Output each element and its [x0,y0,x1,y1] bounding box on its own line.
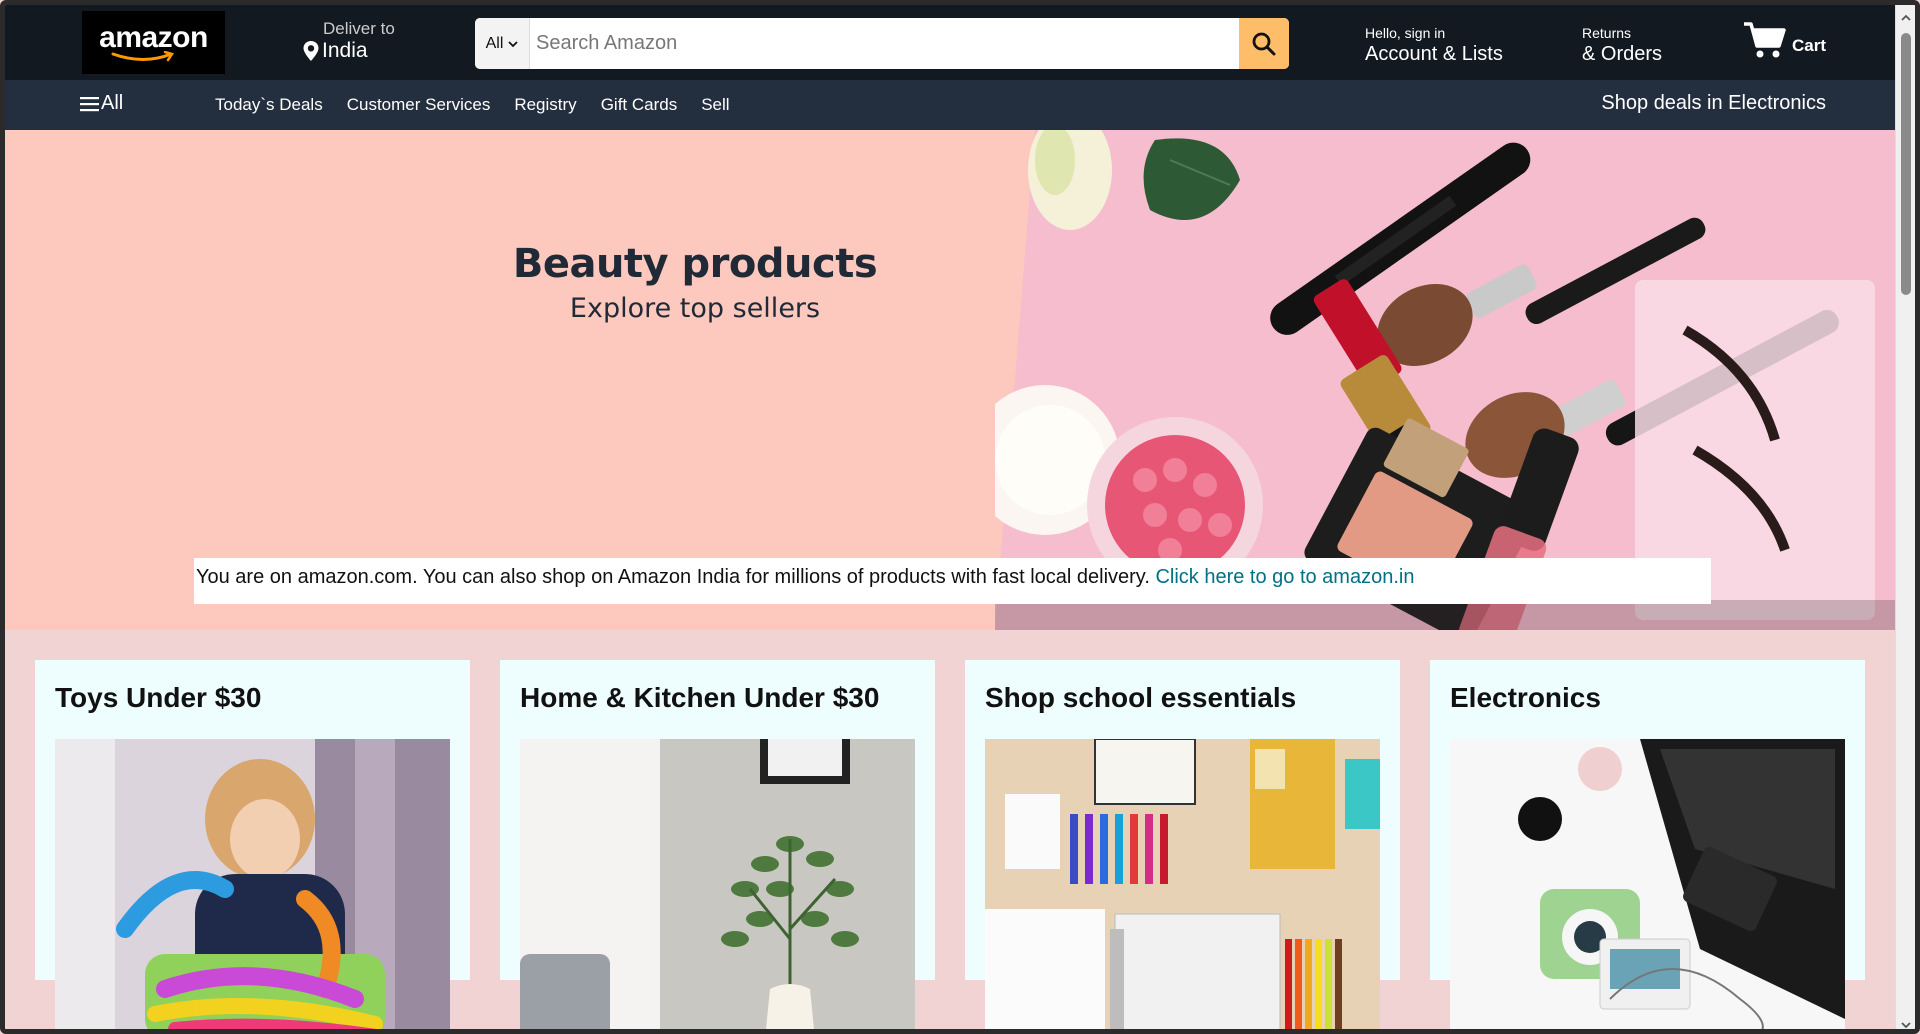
scrollbar-thumb[interactable] [1901,33,1911,295]
subnav-links: Today`s Deals Customer Services Registry… [215,95,754,115]
toys-image[interactable] [55,739,450,1034]
category-cards: Toys Under $30 Home & Kitchen Under $30 [5,630,1900,1029]
chevron-down-icon [508,40,519,47]
beauty-products-image [995,130,1900,630]
orders-label: & Orders [1582,43,1663,65]
nav-link-sell[interactable]: Sell [701,95,729,115]
card-electronics[interactable]: Electronics [1430,660,1865,1029]
returns-label: Returns [1582,25,1632,41]
scrollbar[interactable] [1895,5,1915,1030]
returns-orders[interactable]: Returns & Orders [1582,25,1662,66]
amazon-logo[interactable]: amazon [82,11,225,74]
top-nav: amazon Deliver to India All Search Amazo… [5,5,1900,80]
hero-banner[interactable]: Beauty products Explore top sellers You … [5,130,1900,630]
all-menu-button[interactable]: All [80,92,123,115]
amazon-in-link[interactable]: Click here to go to amazon.in [1155,566,1414,588]
all-menu-label: All [101,92,124,114]
card-title: Electronics [1450,682,1601,713]
notice-text: You are on amazon.com. You can also shop… [196,566,1156,588]
card-home-kitchen[interactable]: Home & Kitchen Under $30 [500,660,935,1029]
search-category-label: All [485,34,504,52]
hero-subtitle: Explore top sellers [569,293,821,324]
deliver-label: Deliver to [323,19,395,38]
search-icon [1252,32,1276,55]
search-button[interactable] [1239,18,1289,69]
scroll-up-arrow-icon[interactable] [1901,13,1911,23]
search-input[interactable] [530,18,1239,69]
logo-text: amazon [99,20,208,54]
account-greeting: Hello, sign in [1365,25,1446,41]
cart-icon [1744,22,1786,58]
search-category-select[interactable]: All [475,18,530,69]
card-title: Shop school essentials [985,682,1297,713]
hero-title: Beauty products [512,241,878,287]
card-title: Toys Under $30 [55,682,262,713]
deliver-to[interactable]: Deliver to India [303,19,395,63]
amazon-india-notice: You are on amazon.com. You can also shop… [194,558,1711,604]
cart-button[interactable]: Cart [1742,20,1826,60]
nav-link-todays-deals[interactable]: Today`s Deals [215,95,323,115]
browser-window: amazon Deliver to India All Search Amazo… [0,0,1920,1034]
card-school-essentials[interactable]: Shop school essentials [965,660,1400,1029]
hero-text: Beauty products Explore top sellers [435,241,955,324]
cart-label: Cart [1792,36,1827,55]
nav-link-gift-cards[interactable]: Gift Cards [601,95,678,115]
scroll-down-arrow-icon[interactable] [1901,1020,1911,1030]
account-label: Account & Lists [1365,43,1503,65]
card-toys[interactable]: Toys Under $30 [35,660,470,1029]
deliver-location-text: India [322,39,368,62]
school-essentials-image[interactable] [985,739,1380,1034]
electronics-image[interactable] [1450,739,1845,1034]
account-lists[interactable]: Hello, sign in Account & Lists [1365,25,1503,66]
deliver-location: India [303,39,395,63]
home-kitchen-image[interactable] [520,739,915,1034]
nav-link-customer-services[interactable]: Customer Services [347,95,491,115]
nav-link-registry[interactable]: Registry [514,95,576,115]
search-bar: All [475,18,1289,69]
smile-arrow-icon [111,50,174,61]
shop-deals-electronics-link[interactable]: Shop deals in Electronics [1601,92,1826,115]
sub-nav: All Today`s Deals Customer Services Regi… [5,80,1900,130]
hamburger-icon [80,96,99,111]
card-title: Home & Kitchen Under $30 [520,682,880,713]
location-pin-icon [303,41,319,61]
